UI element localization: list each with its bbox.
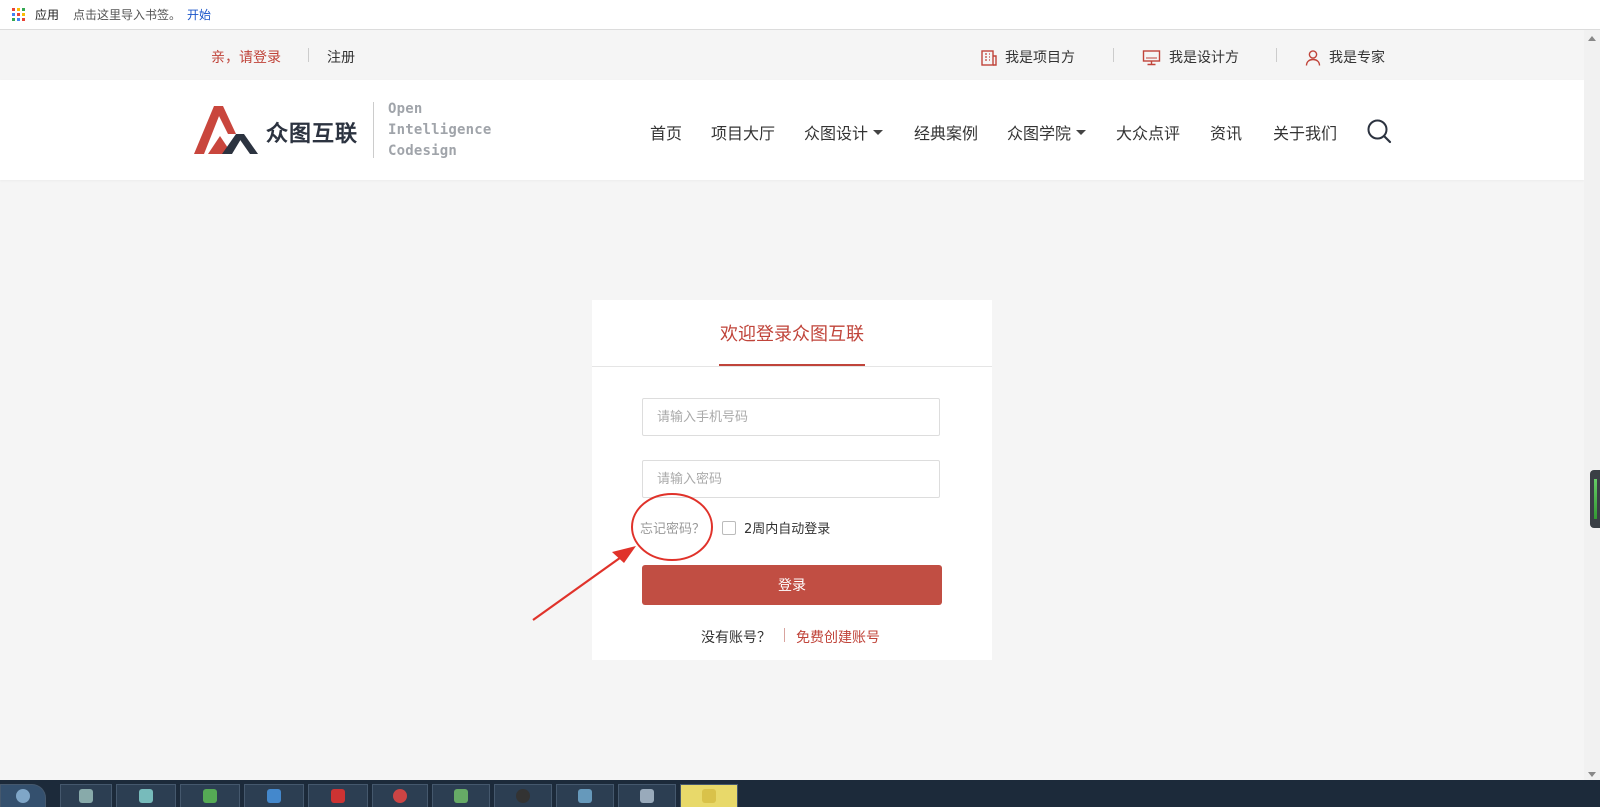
caret-down-icon (1076, 129, 1087, 135)
taskbar-app[interactable] (556, 784, 614, 807)
logo-tagline-line: Open (388, 101, 423, 117)
nav-design-label: 众图设计 (804, 124, 869, 143)
nav-academy[interactable]: 众图学院 (1007, 120, 1087, 144)
login-button[interactable]: 登录 (642, 565, 942, 605)
login-title: 欢迎登录众图互联 (720, 324, 864, 345)
logo-tagline: Open Intelligence Codesign (388, 99, 492, 162)
create-account-link[interactable]: 免费创建账号 (796, 627, 880, 647)
taskbar-app[interactable] (432, 784, 490, 807)
taskbar (0, 780, 1600, 807)
forgot-password-link[interactable]: 忘记密码？ (640, 518, 705, 537)
bookmarks-bar: 应用 点击这里导入书签。 开始 (0, 0, 1600, 30)
remember-checkbox[interactable] (722, 521, 736, 535)
taskbar-app[interactable] (116, 784, 176, 807)
logo-tagline-line: Codesign (388, 143, 458, 159)
nav-home[interactable]: 首页 (650, 120, 682, 144)
expert-label: 我是专家 (1329, 50, 1385, 66)
taskbar-app[interactable] (308, 784, 368, 807)
login-card: 欢迎登录众图互联 忘记密码？ 2周内自动登录 登录 没有账号？ 免费创建账号 (592, 300, 992, 660)
level-meter-icon (1594, 479, 1597, 519)
scrollbar[interactable] (1584, 30, 1600, 785)
project-owner-link[interactable]: 我是项目方 (980, 47, 1075, 67)
nav-academy-label: 众图学院 (1007, 124, 1072, 143)
building-icon (981, 49, 997, 66)
phone-input[interactable] (642, 398, 940, 436)
divider (1276, 48, 1277, 62)
designer-label: 我是设计方 (1169, 50, 1239, 66)
caret-down-icon (873, 129, 884, 135)
password-input[interactable] (642, 460, 940, 498)
taskbar-app[interactable] (244, 784, 304, 807)
expert-link[interactable]: 我是专家 (1305, 47, 1385, 67)
logo-text[interactable]: 众图互联 (266, 116, 358, 148)
taskbar-app[interactable] (60, 784, 112, 807)
taskbar-app[interactable] (680, 784, 738, 807)
search-icon[interactable] (1366, 118, 1392, 144)
nav-cases[interactable]: 经典案例 (914, 120, 978, 144)
register-link[interactable]: 注册 (327, 47, 355, 67)
login-link[interactable]: 亲，请登录 (211, 47, 281, 67)
divider (308, 48, 309, 62)
user-icon (1305, 49, 1321, 66)
logo-tagline-line: Intelligence (388, 122, 492, 138)
logo-divider (373, 102, 374, 158)
remember-label[interactable]: 2周内自动登录 (744, 518, 830, 537)
monitor-icon (1142, 49, 1161, 65)
taskbar-app[interactable] (372, 784, 428, 807)
no-account-text: 没有账号？ (701, 630, 771, 646)
divider (784, 628, 785, 642)
apps-icon[interactable] (12, 8, 25, 21)
scroll-down-icon[interactable] (1588, 772, 1596, 777)
top-utility-bar: 亲，请登录 注册 我是项目方 我是设计方 我是专家 (0, 30, 1584, 80)
taskbar-app[interactable] (618, 784, 676, 807)
import-bookmarks-hint: 点击这里导入书签。 (73, 8, 182, 22)
start-link[interactable]: 开始 (187, 6, 211, 23)
side-widget[interactable] (1590, 470, 1600, 528)
designer-link[interactable]: 我是设计方 (1142, 47, 1239, 67)
logo-mark-icon[interactable] (192, 102, 260, 158)
nav-about[interactable]: 关于我们 (1273, 120, 1337, 144)
project-owner-label: 我是项目方 (1005, 50, 1075, 66)
taskbar-app[interactable] (180, 784, 240, 807)
scroll-up-icon[interactable] (1588, 36, 1596, 41)
nav-news[interactable]: 资讯 (1210, 120, 1242, 144)
apps-link[interactable]: 应用 (35, 6, 59, 23)
divider (1113, 48, 1114, 62)
nav-reviews[interactable]: 大众点评 (1116, 120, 1180, 144)
site-header: 众图互联 Open Intelligence Codesign 首页 项目大厅 … (0, 80, 1584, 180)
nav-design[interactable]: 众图设计 (804, 120, 884, 144)
taskbar-app[interactable] (494, 784, 552, 807)
divider (592, 366, 992, 367)
nav-project-hall[interactable]: 项目大厅 (711, 120, 775, 144)
start-button[interactable] (0, 784, 46, 807)
